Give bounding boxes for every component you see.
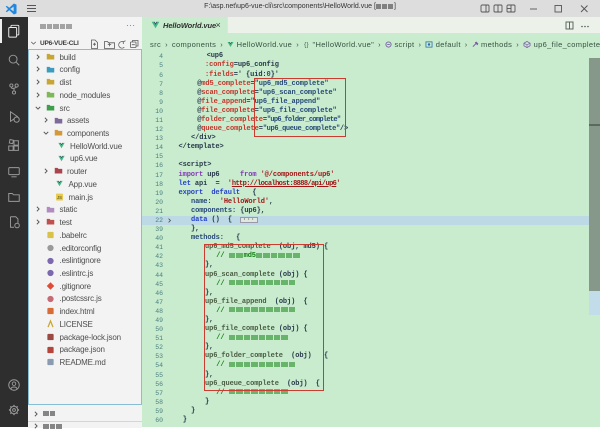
svg-text:{}: {} (304, 41, 309, 47)
svg-text:JS: JS (57, 195, 62, 200)
